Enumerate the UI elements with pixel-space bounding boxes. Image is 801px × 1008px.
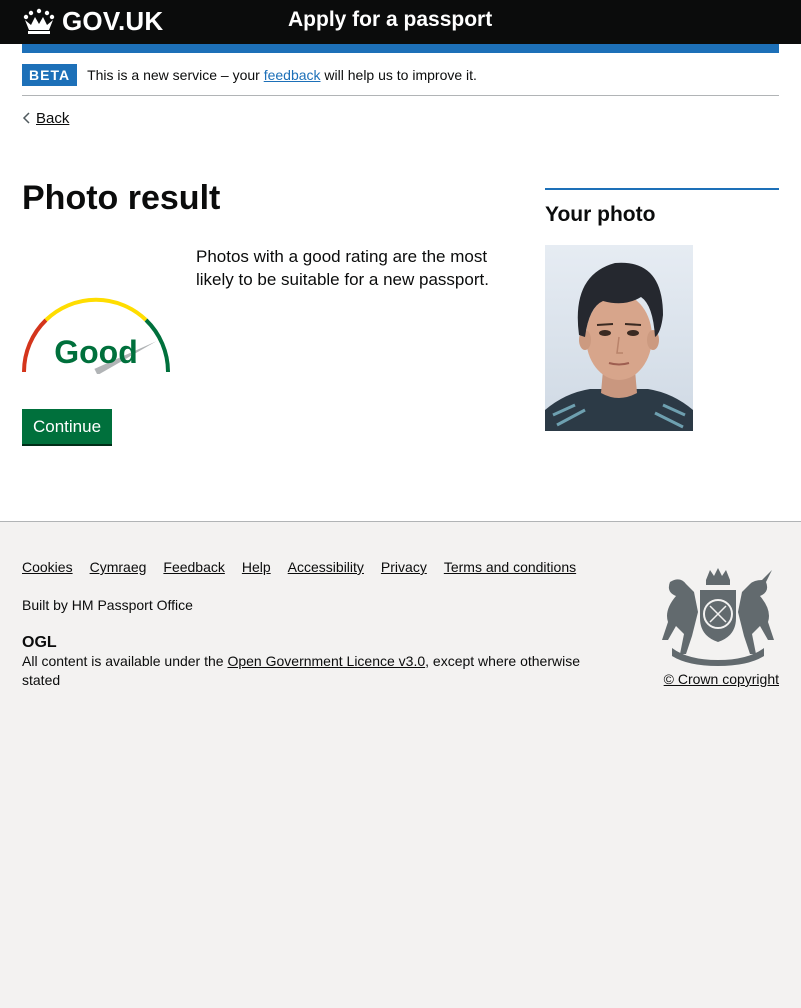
back-link[interactable]: Back — [22, 110, 69, 127]
beta-text-after: will help us to improve it. — [320, 66, 477, 83]
your-photo-heading: Your photo — [545, 203, 656, 226]
feedback-link[interactable]: feedback — [264, 67, 321, 83]
footer-link-terms[interactable]: Terms and conditions — [444, 559, 576, 575]
govuk-logo-link[interactable]: GOV.UK — [22, 6, 163, 37]
beta-banner-text: This is a new service – your feedback wi… — [87, 67, 477, 83]
footer-links: Cookies Cymraeg Feedback Help Accessibil… — [22, 559, 593, 575]
licence-text: All content is available under the Open … — [22, 652, 602, 690]
licence-link[interactable]: Open Government Licence v3.0 — [227, 653, 425, 669]
back-link-label: Back — [36, 110, 70, 127]
crown-icon — [23, 8, 55, 34]
built-by-text: Built by HM Passport Office — [22, 597, 193, 613]
footer-link-help[interactable]: Help — [242, 559, 271, 575]
main-content: BETA This is a new service – your feedba… — [0, 54, 801, 521]
result-description: Photos with a good rating are the most l… — [196, 247, 489, 289]
chevron-left-icon — [22, 111, 30, 127]
footer-link-feedback[interactable]: Feedback — [163, 559, 224, 575]
rating-label: Good — [54, 334, 138, 370]
site-header: GOV.UK Apply for a passport — [0, 0, 801, 44]
licence-text-before: All content is available under the — [22, 653, 228, 669]
beta-tag: BETA — [22, 63, 78, 86]
ogl-logo-icon: OGL — [22, 634, 57, 649]
blue-accent-bar — [22, 44, 779, 53]
crown-copyright-link[interactable]: © Crown copyright — [664, 671, 779, 687]
site-footer: Cookies Cymraeg Feedback Help Accessibil… — [0, 521, 801, 1008]
footer-link-privacy[interactable]: Privacy — [381, 559, 427, 575]
royal-coat-of-arms-icon — [662, 568, 774, 666]
footer-link-cymraeg[interactable]: Cymraeg — [90, 559, 147, 575]
service-name-link[interactable]: Apply for a passport — [288, 8, 492, 32]
gauge-yellow-arc — [44, 297, 148, 322]
phase-banner: BETA This is a new service – your feedba… — [22, 54, 779, 96]
continue-button[interactable]: Continue — [22, 409, 113, 444]
page: GOV.UK Apply for a passport BETA This is… — [0, 0, 801, 1008]
passport-photo — [545, 245, 693, 431]
footer-link-accessibility[interactable]: Accessibility — [288, 559, 364, 575]
svg-text:OGL: OGL — [22, 634, 57, 649]
header-underline — [0, 44, 801, 54]
your-photo-panel: Your photo — [545, 188, 779, 431]
govuk-logo-text: GOV.UK — [62, 6, 164, 36]
beta-text-before: This is a new service – your — [87, 66, 264, 83]
footer-link-cookies[interactable]: Cookies — [22, 559, 73, 575]
page-title: Photo result — [22, 179, 221, 217]
